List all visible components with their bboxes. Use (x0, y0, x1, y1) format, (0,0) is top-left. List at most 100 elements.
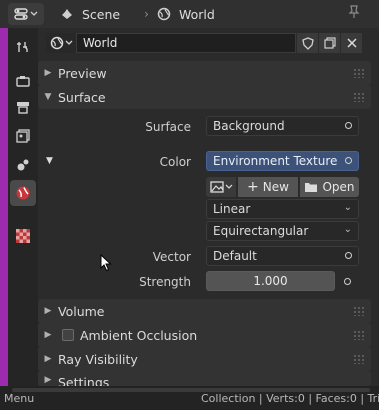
render-icon (16, 76, 30, 87)
breadcrumb-world: World (178, 6, 215, 22)
drag-handle-icon[interactable] (353, 92, 365, 102)
properties-header: Scene › World (0, 0, 379, 28)
world-icon (50, 36, 63, 50)
color-label: Color (159, 155, 191, 169)
section-surface[interactable]: ▼ Surface (38, 85, 371, 109)
tab-tool[interactable] (10, 34, 36, 60)
vector-value: Default (213, 249, 257, 263)
ambient-occlusion-checkbox[interactable] (62, 329, 74, 341)
viewport-edge-strip (0, 28, 8, 386)
pin-icon[interactable] (347, 4, 361, 20)
breadcrumb: Scene › World (60, 7, 215, 22)
status-menu[interactable]: Menu (4, 392, 34, 405)
chevron-down-icon: ⌄ (343, 224, 352, 235)
output-icon (17, 102, 29, 114)
image-selector-row: + New Open (206, 177, 359, 197)
section-settings-label: Settings (58, 375, 110, 386)
status-bar: Menu Collection | Verts:0 | Faces:0 | Tr… (0, 386, 379, 410)
node-socket-icon (343, 277, 351, 285)
tab-scene[interactable] (10, 152, 36, 178)
world-icon (157, 7, 171, 21)
collapsed-triangle-icon: ▶ (44, 330, 52, 340)
vector-label: Vector (152, 250, 191, 264)
surface-label: Surface (145, 120, 191, 134)
node-socket-icon (345, 157, 352, 164)
expanded-triangle-icon: ▼ (44, 92, 52, 102)
new-image-button[interactable]: + New (238, 177, 298, 197)
mouse-cursor-icon (100, 254, 112, 272)
browse-image-button[interactable] (206, 177, 236, 197)
projection-dropdown[interactable]: Equirectangular ⌄ (206, 221, 359, 241)
drag-handle-icon[interactable] (353, 306, 365, 316)
scene-props-icon (17, 159, 29, 171)
interpolation-dropdown[interactable]: Linear ⌄ (206, 199, 359, 219)
properties-editor-icon (14, 8, 28, 20)
open-image-button[interactable]: Open (300, 177, 359, 197)
section-volume-label: Volume (58, 303, 105, 319)
breadcrumb-scene: Scene (82, 6, 121, 22)
section-ambient-occlusion-label: Ambient Occlusion (80, 327, 198, 343)
shield-icon (301, 36, 314, 50)
section-ambient-occlusion[interactable]: ▶ Ambient Occlusion (38, 323, 371, 347)
collapsed-triangle-icon: ▶ (44, 68, 52, 78)
strength-value: 1.000 (253, 274, 288, 288)
image-icon (209, 181, 224, 193)
world-properties-panel: World ▶ Preview ▼ Surface Surface Backgr… (38, 28, 379, 386)
drag-handle-icon[interactable] (353, 330, 365, 340)
scene-icon (62, 9, 72, 19)
collapsed-triangle-icon: ▶ (44, 306, 52, 316)
scene-statistics: Collection | Verts:0 | Faces:0 | Tris (201, 391, 379, 405)
surface-shader-field[interactable]: Background (206, 116, 359, 136)
chevron-down-icon (30, 11, 38, 16)
color-input-field[interactable]: Environment Texture (206, 151, 359, 171)
plus-icon: + (247, 179, 259, 195)
node-socket-icon (345, 252, 352, 259)
folder-icon (305, 183, 318, 192)
strength-label: Strength (139, 275, 191, 289)
section-volume[interactable]: ▶ Volume (38, 299, 371, 323)
editor-type-button[interactable] (8, 3, 44, 25)
section-preview-label: Preview (58, 65, 107, 81)
surface-shader-value: Background (213, 119, 285, 133)
tab-view-layer[interactable] (10, 123, 36, 149)
texture-icon (16, 229, 30, 243)
drag-handle-icon[interactable] (353, 354, 365, 364)
expanded-triangle-icon[interactable]: ▼ (46, 156, 53, 166)
collapsed-triangle-icon: ▶ (44, 354, 52, 364)
chevron-down-icon (225, 184, 232, 189)
open-image-label: Open (322, 180, 355, 194)
browse-world-button[interactable] (46, 33, 76, 53)
section-preview[interactable]: ▶ Preview (38, 61, 371, 85)
world-name-field[interactable]: World (76, 33, 296, 53)
strength-slider[interactable]: 1.000 (206, 271, 335, 291)
vector-field[interactable]: Default (206, 246, 359, 266)
tab-render[interactable] (10, 68, 36, 94)
unlink-world-button[interactable] (340, 33, 362, 53)
strength-socket-button[interactable] (337, 271, 357, 291)
world-datablock-selector: World (46, 32, 364, 54)
color-input-value: Environment Texture (213, 154, 338, 168)
chevron-down-icon (65, 40, 72, 45)
world-tab-icon (16, 186, 30, 200)
collapsed-triangle-icon: ▶ (44, 375, 52, 385)
fake-user-button[interactable] (296, 33, 318, 53)
section-settings[interactable]: ▶ Settings (38, 371, 371, 386)
drag-handle-icon[interactable] (353, 68, 365, 78)
tab-texture[interactable] (10, 223, 36, 249)
section-surface-label: Surface (58, 89, 106, 105)
tab-output[interactable] (10, 94, 36, 120)
node-socket-icon (345, 122, 352, 129)
chevron-down-icon: ⌄ (343, 202, 352, 213)
chevron-right-icon: › (144, 7, 149, 21)
tab-world[interactable] (10, 180, 36, 206)
section-ray-visibility[interactable]: ▶ Ray Visibility (38, 347, 371, 371)
close-icon (346, 38, 357, 48)
projection-value: Equirectangular (213, 224, 309, 238)
section-ray-visibility-label: Ray Visibility (58, 351, 138, 367)
properties-tabs (8, 28, 38, 386)
interpolation-value: Linear (213, 202, 251, 216)
duplicate-world-button[interactable] (318, 33, 340, 53)
view-layer-icon (16, 129, 30, 143)
new-image-label: New (262, 180, 289, 194)
duplicate-icon (323, 37, 336, 49)
